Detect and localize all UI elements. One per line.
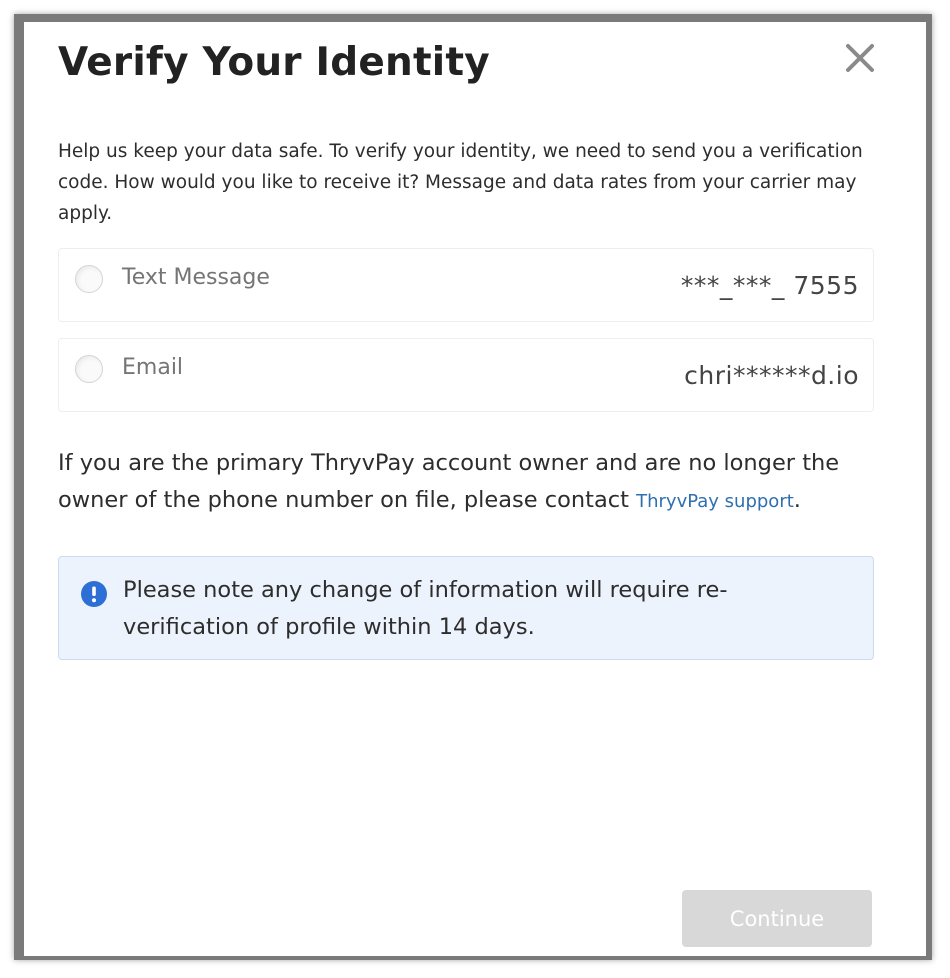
text-message-radio[interactable] [75, 265, 103, 293]
intro-text: Help us keep your data safe. To verify y… [58, 141, 863, 224]
owner-note: If you are the primary ThryvPay account … [58, 445, 888, 520]
text-message-option[interactable]: Text Message ***_***_ 7555 [58, 248, 874, 322]
close-icon[interactable] [840, 38, 880, 78]
email-option[interactable]: Email chri******d.io [58, 338, 874, 412]
dialog-title: Verify Your Identity [58, 40, 490, 85]
info-notice: Please note any change of information wi… [58, 556, 874, 660]
continue-button[interactable]: Continue [682, 890, 872, 947]
masked-phone-number: ***_***_ 7555 [680, 271, 859, 300]
owner-note-end: . [793, 487, 801, 513]
verify-identity-dialog: Verify Your Identity Help us keep your d… [24, 22, 926, 956]
support-link[interactable]: ThryvPay support [636, 491, 794, 512]
notice-text: Please note any change of information wi… [123, 577, 728, 640]
email-radio[interactable] [75, 355, 103, 383]
text-message-label: Text Message [122, 265, 270, 290]
email-label: Email [122, 355, 184, 380]
masked-email-address: chri******d.io [684, 361, 859, 390]
info-icon [81, 581, 107, 607]
